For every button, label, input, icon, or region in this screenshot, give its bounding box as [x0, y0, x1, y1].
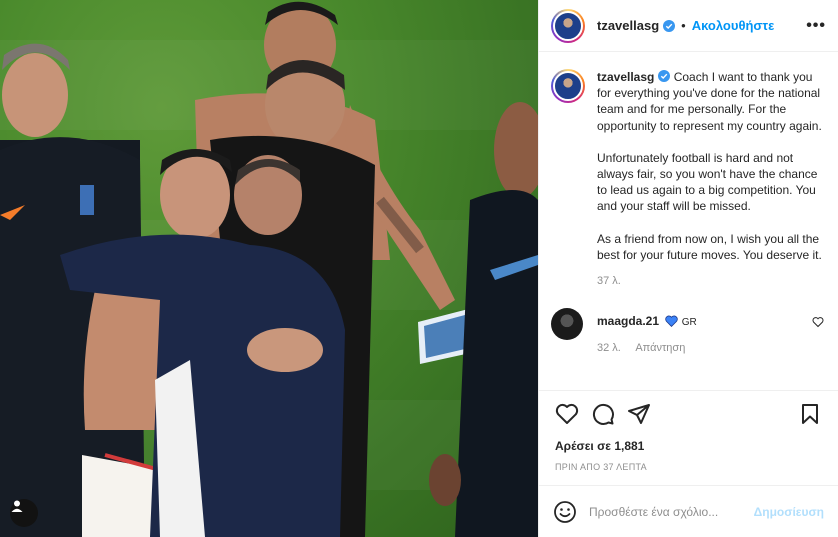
add-comment-bar: Δημοσίευση	[539, 485, 838, 537]
photo-scene	[0, 1, 538, 537]
comment-meta: 32 λ. Απάντηση	[597, 342, 697, 354]
save-icon[interactable]	[798, 402, 822, 426]
post-photo[interactable]	[0, 0, 538, 537]
caption-paragraph-2: Unfortunately football is hard and not a…	[597, 150, 818, 214]
caption-username[interactable]: tzavellasg	[597, 70, 654, 84]
comment-reply-button[interactable]: Απάντηση	[635, 342, 685, 354]
post-header: tzavellasg • Ακολουθήστε •••	[539, 0, 838, 52]
comment-age: 32 λ.	[597, 342, 621, 355]
caption-paragraph-3: As a friend from now on, I wish you all …	[597, 231, 822, 262]
action-icons	[555, 391, 822, 437]
likes-count[interactable]: Αρέσει σε 1,881	[555, 439, 822, 453]
comments-area[interactable]: tzavellasg Coach I want to thank you for…	[539, 53, 838, 389]
comment-avatar[interactable]	[551, 308, 583, 341]
post-comment-button[interactable]: Δημοσίευση	[754, 505, 824, 519]
user-tag-button[interactable]	[10, 499, 38, 527]
follow-button[interactable]: Ακολουθήστε	[692, 18, 775, 33]
user-tag-icon	[11, 500, 23, 512]
caption: tzavellasg Coach I want to thank you for…	[551, 69, 826, 279]
caption-avatar[interactable]	[551, 69, 585, 103]
comment-text: GR	[681, 317, 697, 329]
blue-heart-icon	[665, 315, 679, 328]
share-icon[interactable]	[627, 402, 651, 426]
emoji-icon[interactable]	[553, 500, 577, 524]
comment-body: maagda.21 GR 32 λ. Απάντηση	[597, 308, 697, 354]
caption-text: tzavellasg Coach I want to thank you for…	[597, 69, 823, 279]
post-timestamp[interactable]: ΠΡΙΝ ΑΠΟ 37 ΛΕΠΤΑ	[555, 462, 822, 472]
author-avatar[interactable]	[551, 8, 585, 43]
author-username[interactable]: tzavellasg	[597, 18, 659, 33]
comment-icon[interactable]	[591, 402, 615, 426]
comment-item: maagda.21 GR 32 λ. Απάντηση	[551, 308, 826, 354]
comment-like-icon[interactable]	[812, 316, 824, 328]
post-sidebar: tzavellasg • Ακολουθήστε ••• tzavellasg …	[538, 0, 838, 537]
more-icon[interactable]: •••	[806, 17, 826, 35]
actions-bar: Αρέσει σε 1,881 ΠΡΙΝ ΑΠΟ 37 ΛΕΠΤΑ	[539, 390, 838, 472]
comment-input[interactable]	[589, 504, 754, 519]
verified-icon	[663, 19, 676, 32]
separator-dot: •	[681, 18, 686, 33]
caption-paragraph: tzavellasg Coach I want to thank you for…	[597, 69, 823, 134]
heart-icon[interactable]	[555, 402, 579, 426]
comment-username[interactable]: maagda.21	[597, 314, 659, 328]
verified-icon	[658, 70, 671, 82]
